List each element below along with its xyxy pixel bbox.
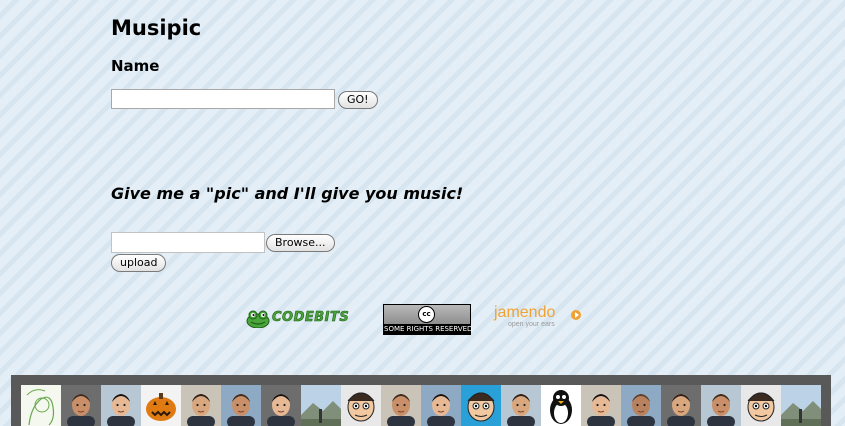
avatar-thumbnail[interactable] [261,385,301,426]
play-icon [571,310,581,320]
avatar-thumbnail[interactable] [501,385,541,426]
avatar-thumbnail[interactable] [21,385,61,426]
jamendo-tagline: open your ears [508,321,555,328]
app-title: Musipic [111,16,202,40]
file-path-field[interactable] [111,232,265,253]
jamendo-wordmark: jamendo [494,304,556,321]
go-button[interactable]: GO! [338,91,378,109]
avatar-thumbnail[interactable] [581,385,621,426]
avatar-thumbnail[interactable] [381,385,421,426]
avatar-thumbnail[interactable] [741,385,781,426]
avatar-thumbnail[interactable] [301,385,341,426]
name-input[interactable] [111,89,335,109]
avatar-thumbnail[interactable] [461,385,501,426]
codebits-wordmark: CODEBITS [272,310,350,326]
avatar-strip [21,385,821,426]
creative-commons-badge[interactable]: cc SOME RIGHTS RESERVED [383,304,473,335]
upload-button[interactable]: upload [111,254,167,272]
avatar-thumbnail[interactable] [141,385,181,426]
avatar-bar [11,375,831,426]
codebits-logo[interactable]: CODEBITS [246,309,354,329]
avatar-thumbnail[interactable] [341,385,381,426]
avatar-thumbnail[interactable] [541,385,581,426]
jamendo-logo[interactable]: jamendo open your ears [494,304,584,332]
cc-caption: SOME RIGHTS RESERVED [384,324,473,334]
browse-button[interactable]: Browse... [266,234,335,252]
avatar-thumbnail[interactable] [61,385,101,426]
cc-icon: cc [418,306,435,323]
avatar-thumbnail[interactable] [621,385,661,426]
avatar-thumbnail[interactable] [421,385,461,426]
frog-icon [246,310,270,328]
avatar-thumbnail[interactable] [101,385,141,426]
avatar-thumbnail[interactable] [661,385,701,426]
avatar-thumbnail[interactable] [781,385,821,426]
avatar-thumbnail[interactable] [221,385,261,426]
avatar-thumbnail[interactable] [181,385,221,426]
upload-tagline: Give me a "pic" and I'll give you music! [111,184,464,203]
avatar-thumbnail[interactable] [701,385,741,426]
name-label: Name [111,57,160,75]
